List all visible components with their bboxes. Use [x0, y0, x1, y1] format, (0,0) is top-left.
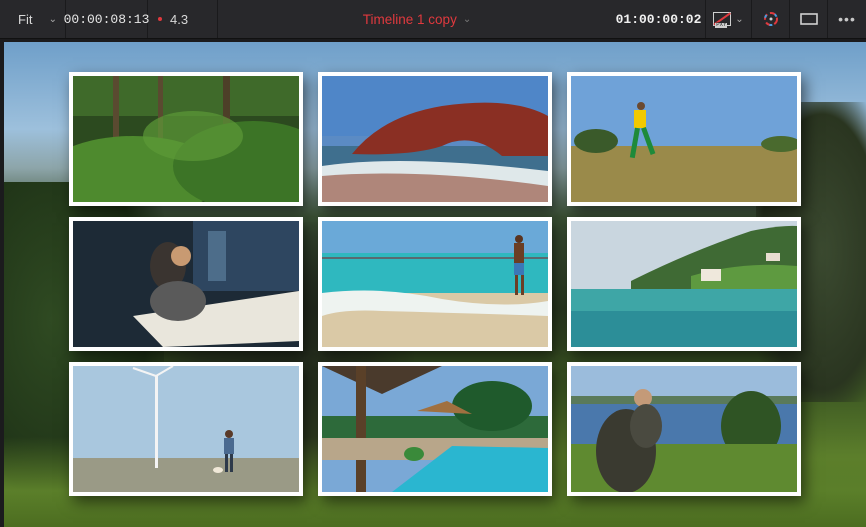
- resort-thumbnail: [322, 366, 548, 492]
- timeline-title: Timeline 1 copy: [362, 11, 457, 27]
- proxy-icon: PXY: [713, 12, 732, 28]
- zoom-fit-dropdown[interactable]: Fit ⌄: [0, 0, 66, 38]
- lake-thumbnail: [571, 221, 797, 347]
- playback-speed[interactable]: 4.3: [148, 0, 218, 38]
- architects-at-drafting-table-clip[interactable]: [69, 217, 303, 351]
- viewer-layout-button[interactable]: [790, 0, 828, 38]
- timeline-end-timecode: 01:00:00:02: [616, 0, 706, 38]
- wind-turbine-walker-clip[interactable]: [69, 362, 303, 496]
- video-viewer[interactable]: [4, 42, 866, 527]
- coastal-rock-arch-clip[interactable]: [318, 72, 552, 206]
- chevron-down-icon: ⌄: [735, 13, 744, 25]
- wind-turbine-thumbnail: [73, 366, 299, 492]
- chevron-down-icon: ⌄: [48, 13, 57, 25]
- more-options-button[interactable]: •••: [828, 0, 866, 38]
- viewer-layout-icon: [799, 13, 818, 25]
- lake-and-hillside-clip[interactable]: [567, 217, 801, 351]
- forest-thumbnail: [73, 76, 299, 202]
- runner-in-meadow-clip[interactable]: [567, 72, 801, 206]
- viewer-toolbar: Fit ⌄ 00:00:08:13 4.3 Timeline 1 copy ⌄ …: [0, 0, 866, 39]
- proxy-mode-button[interactable]: PXY ⌄: [706, 0, 752, 38]
- man-on-beach-clip[interactable]: [318, 217, 552, 351]
- beach-thumbnail: [322, 221, 548, 347]
- current-timecode[interactable]: 00:00:08:13: [64, 0, 149, 38]
- chevron-down-icon: ⌄: [462, 13, 472, 25]
- zoom-label: Fit: [18, 11, 33, 27]
- hiker-thumbnail: [571, 366, 797, 492]
- record-dot-icon: [158, 17, 162, 21]
- forest-clip[interactable]: [69, 72, 303, 206]
- color-wheel-button[interactable]: [752, 0, 790, 38]
- more-icon: •••: [838, 11, 856, 27]
- color-wheel-icon: [763, 12, 778, 26]
- hiker-overlooking-lake-clip[interactable]: [567, 362, 801, 496]
- drafting-thumbnail: [73, 221, 299, 347]
- speed-value: 4.3: [170, 11, 189, 27]
- runner-thumbnail: [571, 76, 797, 202]
- timeline-selector[interactable]: Timeline 1 copy ⌄: [218, 0, 616, 38]
- rock-arch-thumbnail: [322, 76, 548, 202]
- tropical-resort-pool-clip[interactable]: [318, 362, 552, 496]
